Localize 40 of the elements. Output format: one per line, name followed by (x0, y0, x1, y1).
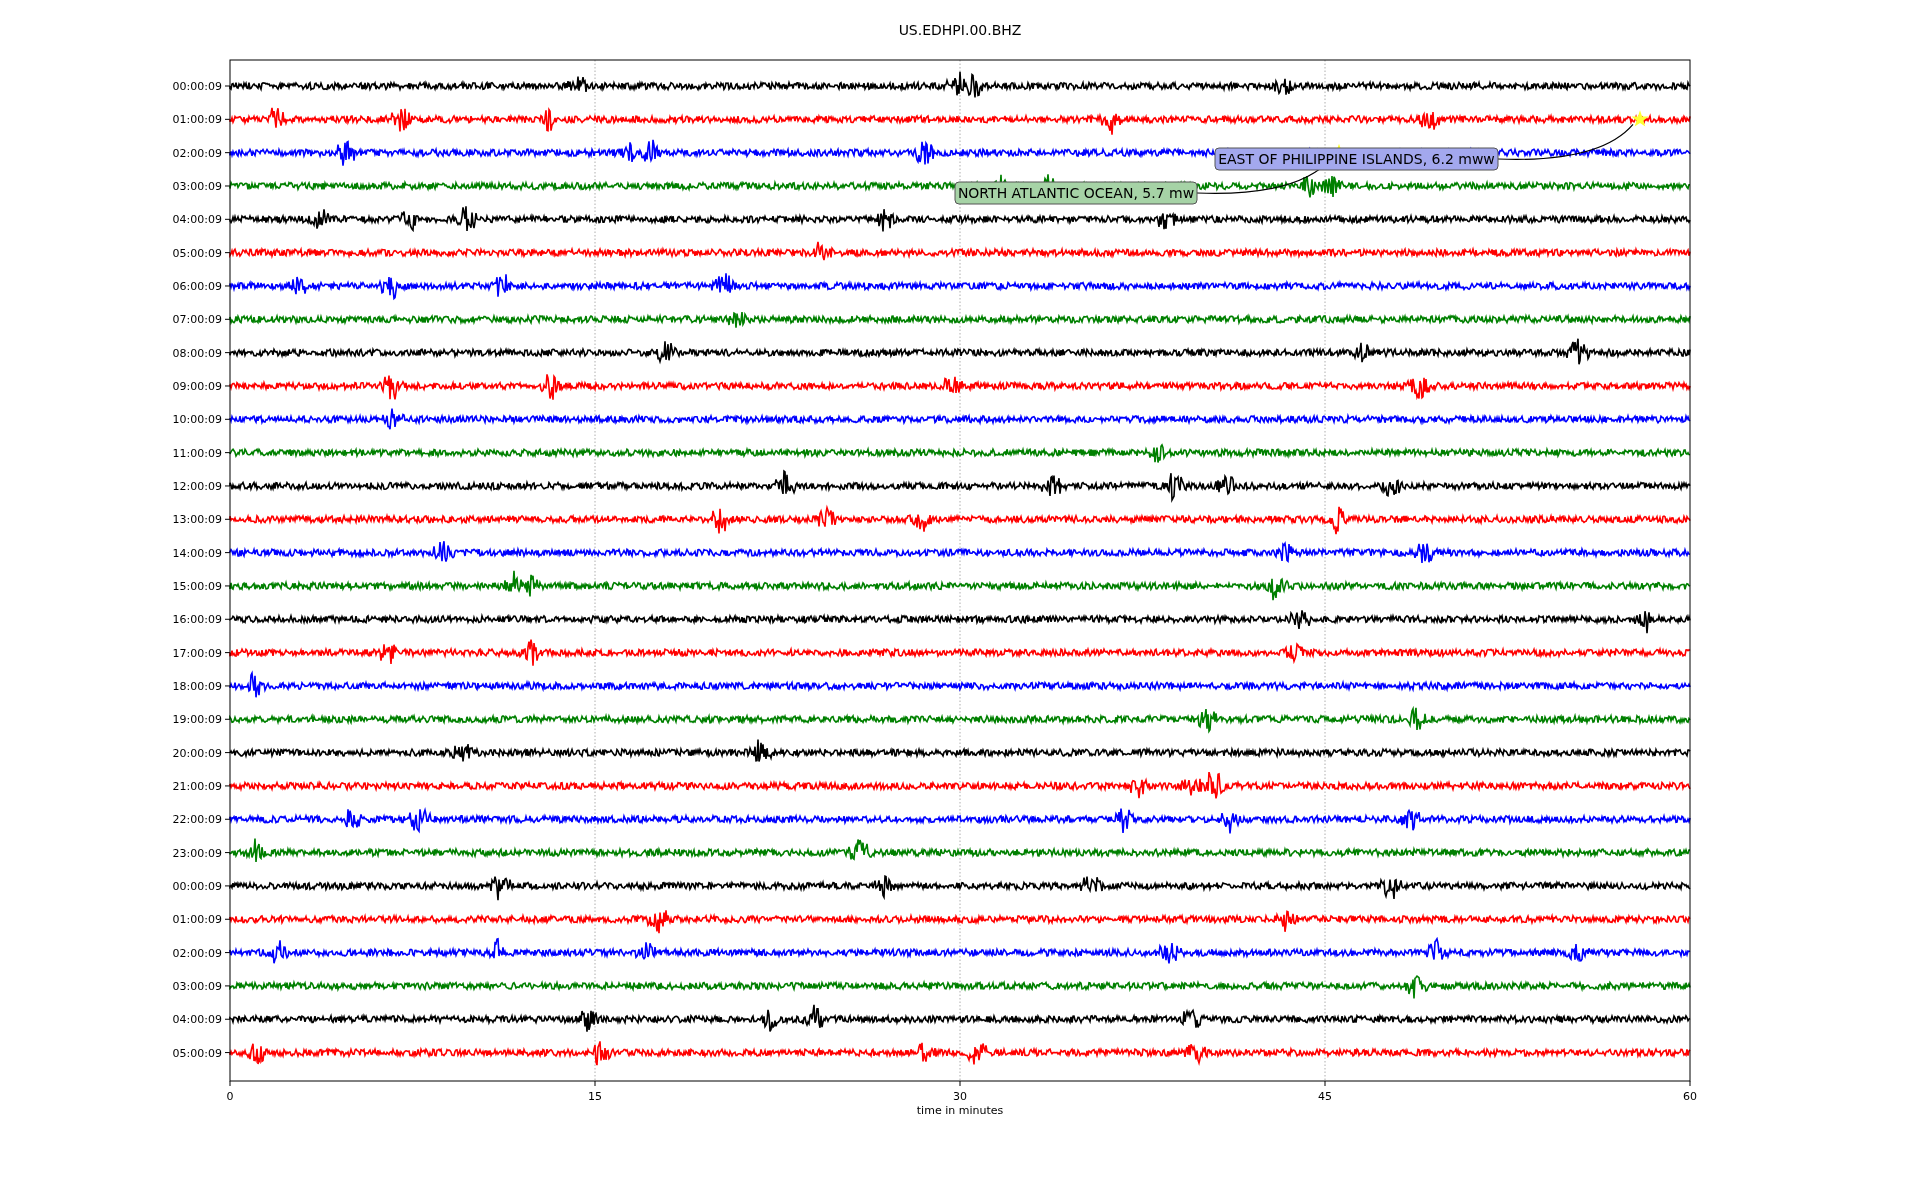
x-axis-tick-label: 30 (953, 1090, 967, 1103)
y-axis-tick-label: 04:00:09 (172, 213, 222, 227)
x-axis-tick-label: 45 (1318, 1090, 1332, 1103)
y-axis-tick-label: 07:00:09 (172, 313, 222, 327)
y-axis-tick-label: 08:00:09 (172, 346, 222, 360)
y-axis-tick-label: 23:00:09 (172, 846, 222, 860)
y-axis-tick-label: 09:00:09 (172, 379, 222, 393)
y-axis-tick-label: 00:00:09 (172, 879, 222, 893)
y-axis-tick-label: 01:00:09 (172, 913, 222, 927)
y-axis-tick-label: 15:00:09 (172, 579, 222, 593)
y-axis-tick-label: 04:00:09 (172, 1013, 222, 1027)
x-axis-tick-label: 60 (1683, 1090, 1697, 1103)
y-axis-tick-label: 02:00:09 (172, 146, 222, 160)
x-axis-tick-label: 0 (226, 1090, 234, 1103)
y-axis-tick-label: 17:00:09 (172, 646, 222, 660)
y-axis-tick-label: 14:00:09 (172, 546, 222, 560)
y-axis-tick-label: 03:00:09 (172, 979, 222, 993)
y-axis-tick-label: 06:00:09 (172, 280, 222, 293)
y-axis-tick-label: 05:00:09 (172, 1046, 222, 1060)
y-axis-tick-label: 12:00:09 (172, 479, 222, 493)
annotation-label: EAST OF PHILIPPINE ISLANDS, 6.2 mww (1214, 147, 1499, 171)
y-axis-tick-label: 21:00:09 (172, 779, 222, 793)
y-axis-tick-label: 22:00:09 (172, 813, 222, 827)
y-axis-tick-label: 00:00:09 (172, 80, 222, 93)
y-axis-tick-label: 11:00:09 (172, 446, 222, 460)
y-axis-tick-label: 03:00:09 (172, 180, 222, 193)
y-axis-tick-label: 01:00:09 (172, 113, 222, 127)
x-axis-label: time in minutes (916, 1104, 1004, 1117)
y-axis-tick-label: 10:00:09 (172, 413, 222, 427)
y-axis-tick-label: 16:00:09 (172, 613, 222, 627)
y-axis-tick-label: 19:00:09 (172, 713, 222, 727)
annotation-label: NORTH ATLANTIC OCEAN, 5.7 mw (954, 181, 1198, 205)
y-axis-tick-label: 13:00:09 (172, 513, 222, 527)
y-axis-tick-label: 02:00:09 (172, 946, 222, 960)
x-axis-tick-label: 15 (588, 1090, 602, 1103)
y-axis-tick-label: 05:00:09 (172, 246, 222, 260)
y-axis-tick-label: 18:00:09 (172, 679, 222, 693)
y-axis-tick-label: 20:00:09 (172, 746, 222, 760)
chart-title: US.EDHPI.00.BHZ (898, 22, 1022, 38)
star-icon (1631, 110, 1649, 127)
